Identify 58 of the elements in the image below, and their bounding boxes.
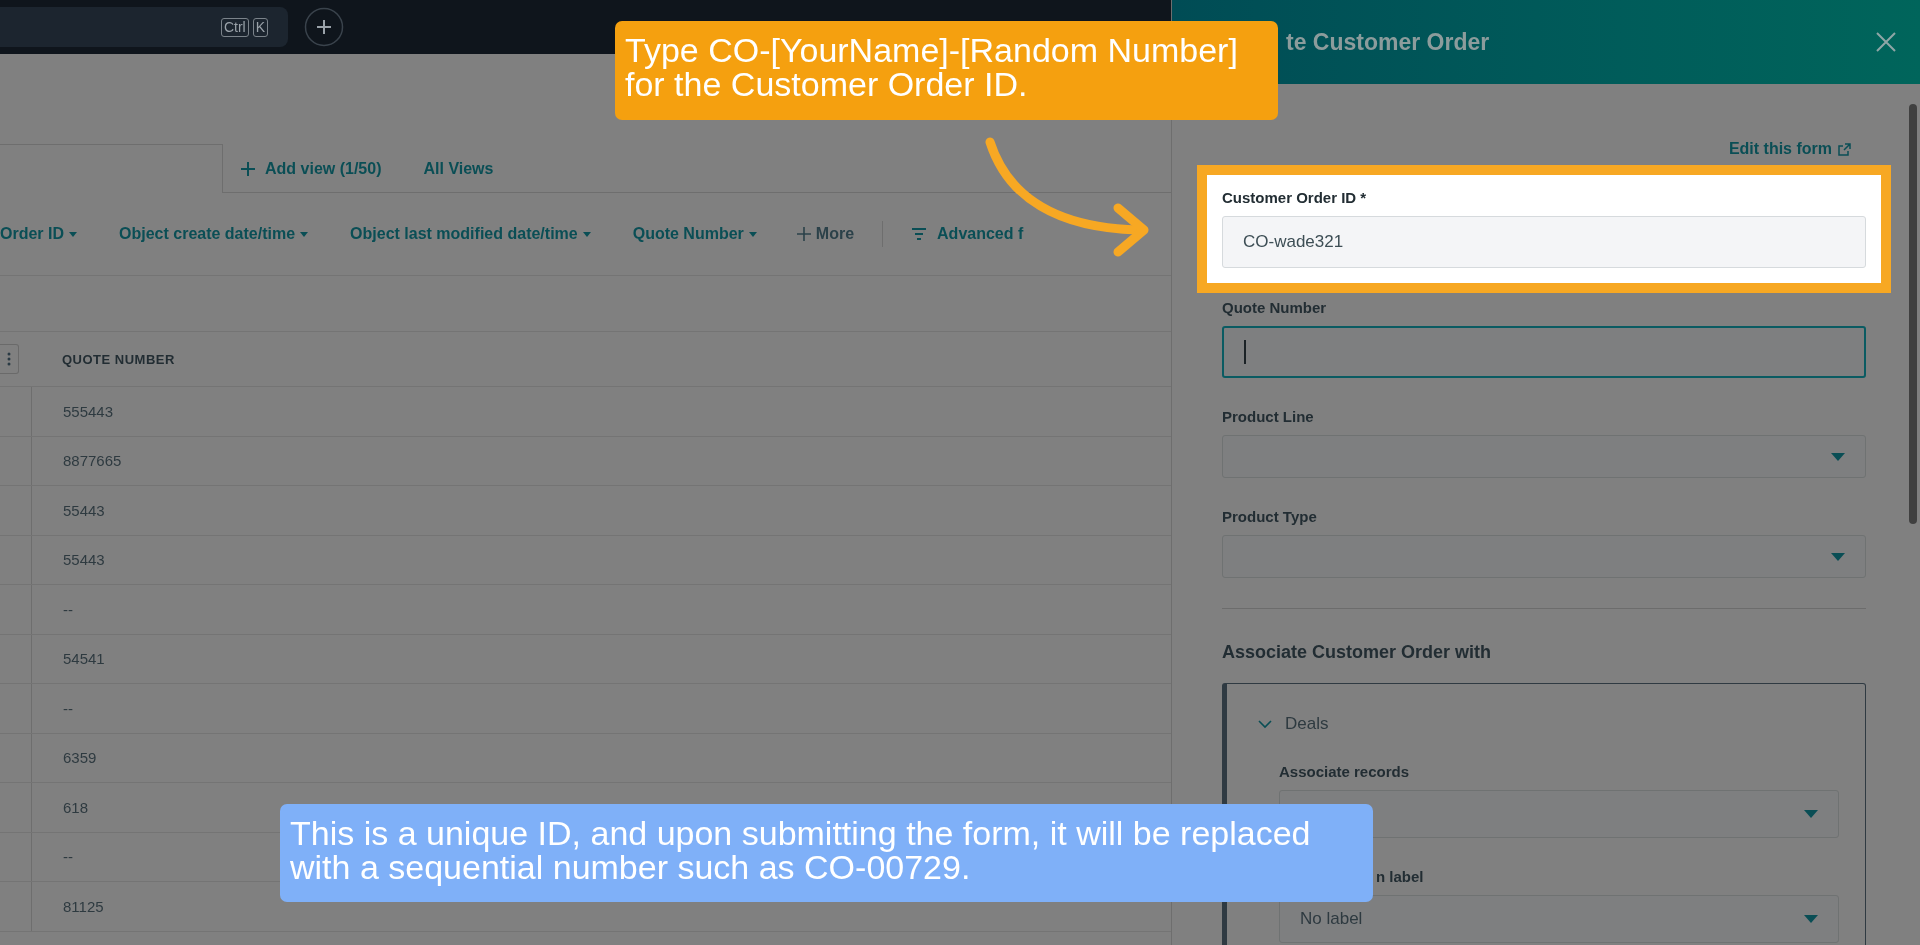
field-label: Associate records (1279, 763, 1411, 781)
caret-icon (1831, 552, 1845, 561)
edit-form-link[interactable]: Edit this form (1728, 139, 1851, 159)
filter-dropdown[interactable]: Order ID (0, 225, 77, 243)
table-cell: 8877665 (63, 452, 122, 470)
filter-dropdown[interactable]: Object last modified date/time (350, 225, 591, 243)
table-cell: 55443 (63, 501, 105, 519)
caret-icon (300, 231, 309, 237)
table-cell: 555443 (63, 402, 114, 420)
table-cell: 618 (63, 798, 89, 816)
table-cell: -- (63, 848, 73, 866)
panel-title: te Customer Order (1286, 28, 1490, 56)
filter-dropdown[interactable]: Quote Number (632, 225, 757, 243)
search-field[interactable]: Ctrl K (0, 7, 288, 47)
column-menu-button[interactable] (0, 344, 19, 374)
input-field[interactable] (1222, 326, 1866, 378)
shortcut-key: Ctrl (220, 17, 249, 37)
add-view-link[interactable]: Add view (1/50) (241, 146, 382, 192)
dropdown-field[interactable] (1222, 435, 1866, 478)
scrollbar[interactable] (1909, 104, 1917, 524)
caret-icon (748, 231, 757, 237)
filter-dropdown[interactable]: Object create date/time (119, 225, 309, 243)
deals-toggle[interactable]: Deals (1257, 714, 1839, 734)
external-link-icon (1838, 142, 1851, 156)
plus-icon (796, 227, 811, 241)
caret-icon (1804, 915, 1818, 923)
caret-icon (1804, 810, 1818, 818)
table-cell: 55443 (63, 551, 105, 569)
close-icon[interactable] (1875, 31, 1897, 53)
table-cell: 6359 (63, 749, 97, 767)
field-label: Product Type (1222, 508, 1318, 526)
add-icon[interactable] (304, 7, 344, 47)
filter-icon (911, 227, 928, 241)
note-tooltip: This is a unique ID, and upon submitting the form, it will be replaced with a sequential number such as CO-00729. (280, 804, 1373, 902)
table-cell: -- (63, 699, 73, 717)
plus-icon (241, 162, 255, 176)
caret-icon (69, 231, 77, 237)
chevron-icon (1257, 719, 1273, 729)
field-label: Quote Number (1222, 299, 1328, 317)
instruction-tooltip: Type CO-[YourName]-[Random Number] for the Customer Order ID. (615, 21, 1278, 120)
more-filters-button[interactable]: More (796, 225, 855, 243)
caret-icon (1831, 452, 1845, 461)
all-views-link[interactable]: All Views (423, 146, 494, 192)
advanced-filters-button[interactable]: Advanced f (911, 225, 1024, 243)
table-cell: 54541 (63, 650, 105, 668)
section-heading: Associate Customer Order with (1222, 641, 1493, 663)
table-cell: 81125 (63, 897, 104, 915)
field-label: Customer Order ID * (1222, 189, 1368, 207)
column-header[interactable]: QUOTE NUMBER (62, 351, 175, 367)
dropdown-field[interactable]: No label (1279, 895, 1839, 943)
shortcut-key: K (252, 17, 268, 37)
field-label: Product Line (1222, 408, 1315, 426)
table-cell: -- (63, 600, 73, 618)
field-label: n label (1375, 868, 1425, 886)
more-icon (7, 352, 11, 366)
dropdown-field[interactable] (1222, 535, 1866, 578)
caret-icon (582, 231, 591, 237)
input-field[interactable]: CO-wade321 (1222, 216, 1866, 268)
